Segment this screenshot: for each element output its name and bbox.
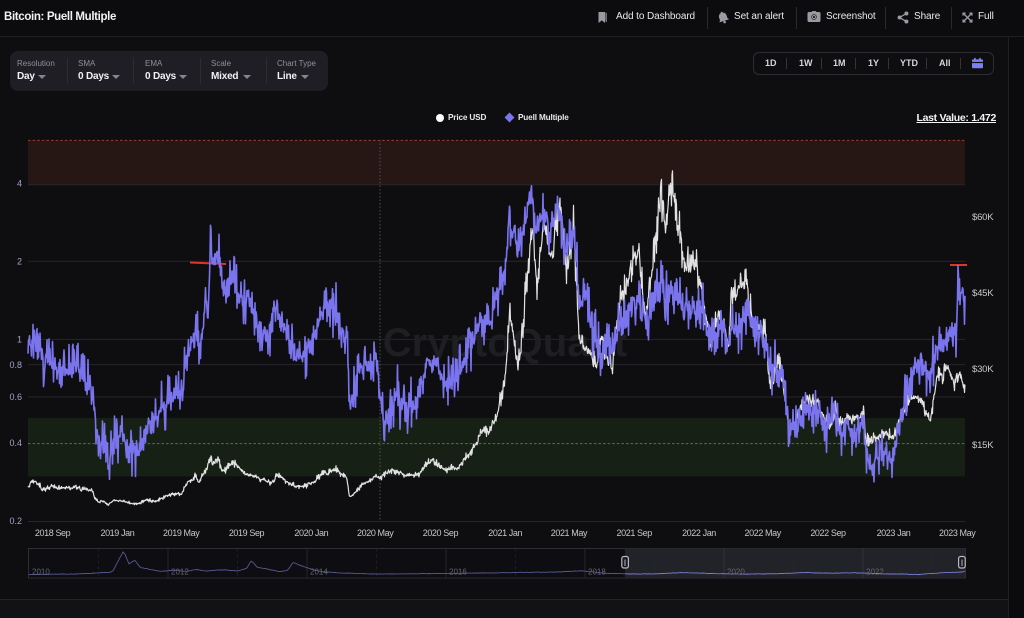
- svg-text:2020: 2020: [727, 568, 745, 577]
- svg-text:2022 Jan: 2022 Jan: [682, 528, 716, 538]
- svg-text:0.2: 0.2: [9, 516, 22, 526]
- svg-text:2016: 2016: [449, 568, 467, 577]
- svg-text:$45K: $45K: [972, 288, 994, 299]
- svg-text:2018: 2018: [588, 568, 606, 577]
- svg-text:2023 May: 2023 May: [939, 528, 976, 538]
- svg-text:2020 Sep: 2020 Sep: [423, 528, 459, 538]
- svg-text:2010: 2010: [32, 568, 50, 577]
- svg-text:2022 May: 2022 May: [745, 528, 782, 538]
- svg-text:0.6: 0.6: [9, 392, 22, 402]
- svg-text:$30K: $30K: [972, 364, 994, 375]
- svg-text:2021 Sep: 2021 Sep: [617, 528, 653, 538]
- svg-text:1: 1: [17, 335, 22, 345]
- svg-text:2014: 2014: [310, 568, 328, 577]
- svg-text:2022: 2022: [866, 568, 884, 577]
- svg-text:4: 4: [17, 179, 22, 189]
- svg-text:2022 Sep: 2022 Sep: [810, 528, 846, 538]
- svg-text:2021 May: 2021 May: [551, 528, 588, 538]
- svg-text:2019 Sep: 2019 Sep: [229, 528, 265, 538]
- svg-text:2021 Jan: 2021 Jan: [488, 528, 522, 538]
- svg-text:2: 2: [17, 256, 22, 266]
- svg-text:2019 May: 2019 May: [163, 528, 200, 538]
- svg-text:0.4: 0.4: [9, 438, 22, 448]
- svg-text:2018 Sep: 2018 Sep: [35, 528, 71, 538]
- svg-text:0.8: 0.8: [9, 360, 22, 370]
- svg-text:2020 May: 2020 May: [357, 528, 394, 538]
- svg-text:2020 Jan: 2020 Jan: [294, 528, 328, 538]
- svg-text:$15K: $15K: [972, 440, 994, 451]
- svg-text:2023 Jan: 2023 Jan: [877, 528, 911, 538]
- svg-text:2019 Jan: 2019 Jan: [100, 528, 134, 538]
- svg-text:2012: 2012: [171, 568, 189, 577]
- svg-text:$60K: $60K: [972, 212, 994, 223]
